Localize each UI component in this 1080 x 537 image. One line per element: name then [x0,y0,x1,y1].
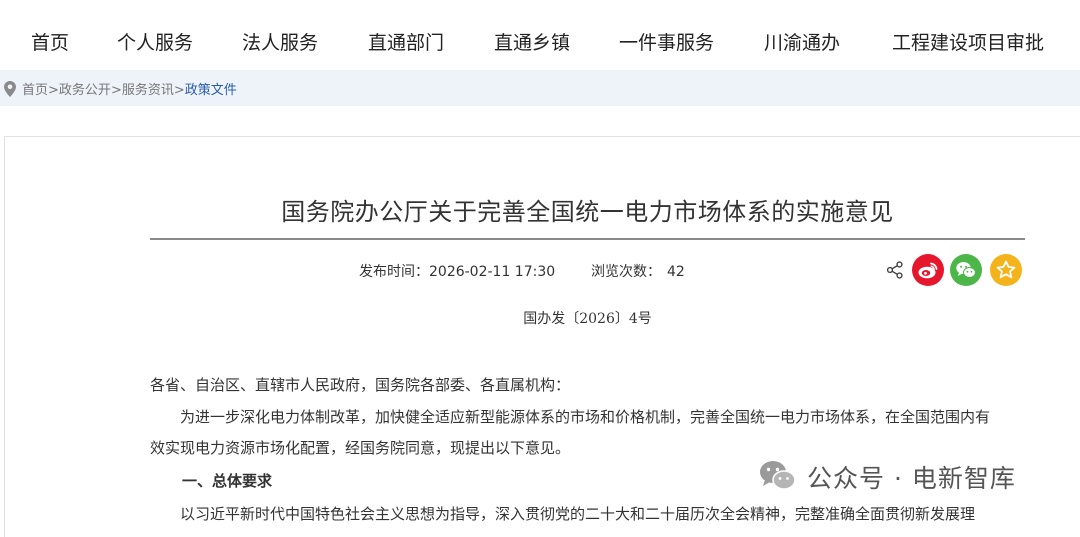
salutation: 各省、自治区、直辖市人民政府，国务院各部委、各直属机构： [150,376,571,394]
location-pin-icon [4,81,16,97]
favorite-star-icon [996,260,1016,279]
view-count: 42 [667,264,685,280]
publish-time: 2026-02-11 17:30 [429,264,556,280]
title-divider [150,238,1025,240]
breadcrumb-service-news[interactable]: 服务资讯 [122,83,174,98]
nav-item-construction-approval[interactable]: 工程建设项目审批 [892,28,1044,55]
breadcrumb-separator: > [48,83,59,98]
section-heading: 一、总体要求 [182,472,273,490]
weibo-share-button[interactable] [912,254,944,286]
share-icon[interactable] [885,260,905,280]
breadcrumb-policy-documents[interactable]: 政策文件 [185,83,237,98]
document-number: 国办发〔2026〕4号 [523,311,652,327]
breadcrumb-government-affairs[interactable]: 政务公开 [59,83,111,98]
favorite-button[interactable] [990,254,1022,286]
breadcrumb-home[interactable]: 首页 [22,83,48,98]
nav-item-one-thing-services[interactable]: 一件事服务 [619,28,714,55]
article-title: 国务院办公厅关于完善全国统一电力市场体系的实施意见 [281,198,894,226]
publish-info: 发布时间：2026-02-11 17:30 [359,261,555,281]
intro-paragraph-line2: 效实现电力资源市场化配置，经国务院同意，现提出以下意见。 [150,439,571,457]
top-navigation: 首页 个人服务 法人服务 直通部门 直通乡镇 一件事服务 川渝通办 工程建设项目… [0,0,1080,71]
breadcrumb-bar: 首页>政务公开>服务资讯>政策文件 [0,70,1080,106]
nav-item-direct-departments[interactable]: 直通部门 [368,28,444,55]
breadcrumb: 首页>政务公开>服务资讯>政策文件 [22,79,237,98]
nav-item-home[interactable]: 首页 [31,28,69,55]
nav-item-sichuan-chongqing[interactable]: 川渝通办 [764,28,840,55]
views-label: 浏览次数： [591,264,661,280]
watermark-text: 公众号 · 电新智库 [807,464,1016,493]
intro-paragraph-line1: 为进一步深化电力体制改革，加快健全适应新型能源体系的市场和价格机制，完善全国统一… [180,408,991,426]
wechat-share-button[interactable] [950,254,982,286]
nav-item-direct-townships[interactable]: 直通乡镇 [494,28,570,55]
weibo-icon [918,262,938,279]
wechat-watermark: 公众号 · 电新智库 [755,455,1065,495]
wechat-watermark-icon [760,461,796,490]
breadcrumb-separator: > [110,83,122,98]
view-count-info: 浏览次数： 42 [591,261,685,281]
breadcrumb-separator: > [173,83,185,98]
wechat-icon [956,262,976,278]
nav-item-personal-services[interactable]: 个人服务 [117,28,193,55]
section1-paragraph-line1: 以习近平新时代中国特色社会主义思想为指导，深入贯彻党的二十大和二十届历次全会精神… [180,505,976,523]
nav-item-legal-entity-services[interactable]: 法人服务 [242,28,318,55]
publish-label: 发布时间： [359,264,429,280]
